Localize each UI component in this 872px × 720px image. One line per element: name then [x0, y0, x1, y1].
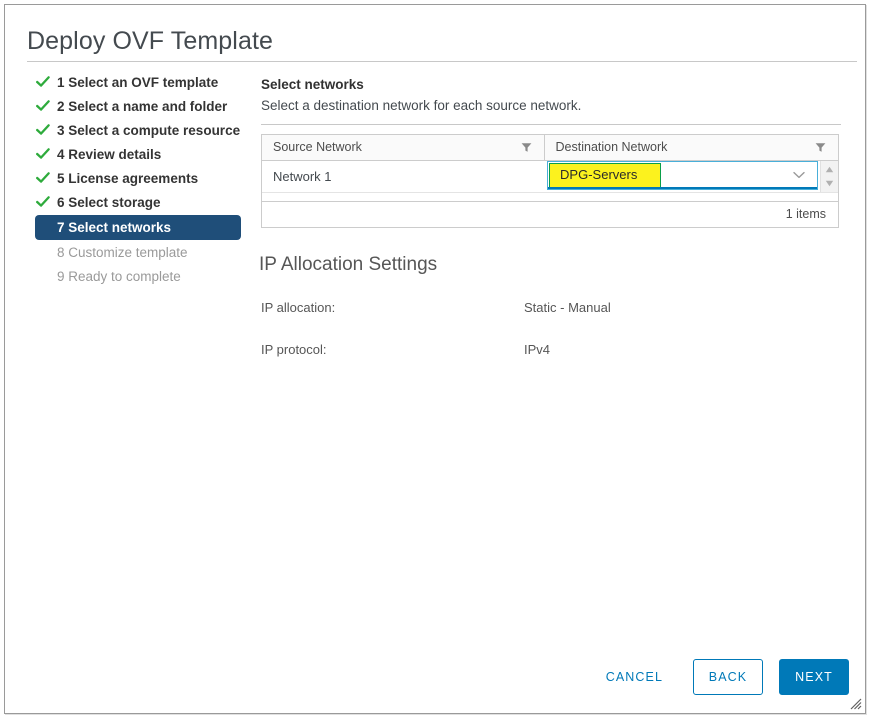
sidebar-item-license-agreements[interactable]: 5 License agreements: [35, 167, 247, 190]
table-header-row: Source Network Destination Network: [262, 135, 838, 161]
column-header-destination-network[interactable]: Destination Network: [545, 135, 838, 160]
sidebar-item-ready-to-complete[interactable]: 9 Ready to complete: [35, 265, 247, 288]
cell-destination-network: DPG-Servers: [544, 161, 820, 192]
ip-protocol-value: IPv4: [524, 342, 551, 357]
section-title: IP Allocation Settings: [259, 254, 438, 275]
check-icon: [36, 71, 52, 94]
main-pane-header: Select networks Select a destination net…: [261, 71, 841, 125]
ip-allocation-row: IP allocation: Static - Manual: [259, 300, 839, 318]
sidebar-item-label: 6 Select storage: [57, 195, 161, 210]
filter-icon[interactable]: [521, 142, 532, 153]
sidebar-item-review-details[interactable]: 4 Review details: [35, 143, 247, 166]
sidebar-item-select-storage[interactable]: 6 Select storage: [35, 191, 247, 214]
sidebar-item-select-compute-resource[interactable]: 3 Select a compute resource: [35, 119, 247, 142]
title-divider: [27, 61, 857, 62]
column-header-source-network[interactable]: Source Network: [262, 135, 545, 160]
back-button[interactable]: BACK: [693, 659, 763, 695]
pane-heading: Select networks: [261, 77, 364, 92]
destination-network-select[interactable]: DPG-Servers: [547, 161, 819, 190]
cancel-button[interactable]: CANCEL: [592, 659, 677, 695]
sidebar-item-customize-template[interactable]: 8 Customize template: [35, 241, 247, 264]
check-icon: [36, 119, 52, 142]
triangle-up-icon[interactable]: [825, 166, 834, 173]
sidebar-item-label: 9 Ready to complete: [57, 269, 181, 284]
sidebar-item-label: 2 Select a name and folder: [57, 99, 228, 114]
check-icon: [36, 143, 52, 166]
destination-network-value: DPG-Servers: [560, 167, 638, 182]
deploy-ovf-template-dialog: Deploy OVF Template 1 Select an OVF temp…: [4, 4, 866, 714]
network-mapping-table: Source Network Destination Network Netwo…: [261, 134, 839, 228]
ip-protocol-row: IP protocol: IPv4: [259, 342, 839, 360]
sidebar-item-select-name-and-folder[interactable]: 2 Select a name and folder: [35, 95, 247, 118]
sidebar-item-select-networks[interactable]: 7 Select networks: [35, 215, 241, 240]
sidebar-item-label: 8 Customize template: [57, 245, 188, 260]
select-underline: [548, 187, 818, 189]
page-title: Deploy OVF Template: [27, 27, 273, 55]
check-icon: [36, 95, 52, 118]
triangle-down-icon[interactable]: [825, 180, 834, 187]
table-body-filler: [262, 193, 838, 202]
ip-allocation-settings-section: IP Allocation Settings IP allocation: St…: [259, 254, 839, 360]
next-button[interactable]: NEXT: [779, 659, 849, 695]
wizard-step-list: 1 Select an OVF template 2 Select a name…: [35, 71, 247, 289]
check-icon: [36, 167, 52, 190]
resize-handle[interactable]: [850, 698, 862, 710]
ip-protocol-label: IP protocol:: [261, 342, 327, 357]
ip-allocation-label: IP allocation:: [261, 300, 336, 315]
sidebar-item-label: 3 Select a compute resource: [57, 123, 241, 138]
check-icon: [36, 191, 52, 214]
table-vertical-scrollbar[interactable]: [820, 161, 838, 192]
table-footer-count: 1 items: [262, 202, 838, 227]
sidebar-item-select-ovf-template[interactable]: 1 Select an OVF template: [35, 71, 247, 94]
sidebar-item-label: 7 Select networks: [57, 220, 172, 235]
table-row: Network 1 DPG-Servers: [262, 161, 838, 193]
ip-allocation-value: Static - Manual: [524, 300, 611, 315]
chevron-down-icon[interactable]: [793, 171, 805, 179]
cell-source-network: Network 1: [273, 169, 332, 184]
pane-subheading: Select a destination network for each so…: [261, 98, 582, 113]
column-header-label: Destination Network: [555, 140, 668, 154]
sidebar-item-label: 4 Review details: [57, 147, 162, 162]
filter-icon[interactable]: [815, 142, 826, 153]
sidebar-item-label: 5 License agreements: [57, 171, 199, 186]
pane-divider: [261, 124, 841, 125]
column-header-label: Source Network: [273, 140, 362, 154]
dialog-footer: CANCEL BACK NEXT: [592, 659, 849, 695]
sidebar-item-label: 1 Select an OVF template: [57, 75, 219, 90]
